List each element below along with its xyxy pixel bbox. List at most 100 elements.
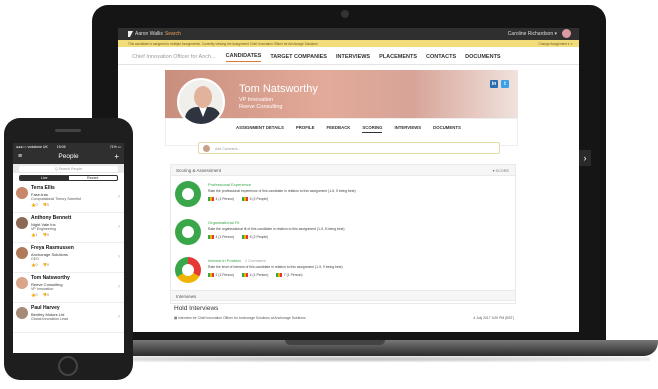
interviews-title: Interviews <box>176 294 197 299</box>
criterion-title[interactable]: Interest in Position 1 Comment <box>208 258 266 263</box>
segment-recent[interactable]: Recent <box>69 176 118 180</box>
criterion-description: Rate the level of interest of this candi… <box>208 265 343 269</box>
list-item[interactable]: Terra Ellis Fase-tras Computational Theo… <box>13 183 124 213</box>
app-topbar: Aaron Wallis Search Caroline Richardson … <box>118 28 579 40</box>
person-company: Bentley Motors Ltd <box>31 311 65 317</box>
add-icon[interactable]: + <box>114 150 119 164</box>
comment-placeholder: Add Comment... <box>215 146 241 151</box>
bar-chart-icon <box>208 197 214 201</box>
avatar <box>16 187 28 199</box>
tab-interviews[interactable]: INTERVIEWS <box>336 54 370 60</box>
thumb-down-icon[interactable]: 👎0 <box>42 263 48 267</box>
user-avatar[interactable] <box>562 29 571 38</box>
hold-interviews-title: Hold Interviews <box>174 305 219 312</box>
vote-item[interactable]: 4 (1 Person) <box>208 197 234 201</box>
person-role: Computational Theory Scientist <box>31 197 81 201</box>
bar-chart-icon <box>242 197 249 201</box>
thumb-down-icon[interactable]: 👎0 <box>42 203 48 207</box>
home-button[interactable] <box>58 356 78 376</box>
list-item[interactable]: Paul Harvey Bentley Motors Ltd Global In… <box>13 303 124 333</box>
person-role: VP Engineering <box>31 227 56 231</box>
avatar <box>16 307 28 319</box>
person-votes: 👍0 👎0 <box>31 263 49 267</box>
comment-count[interactable]: 1 Comment <box>245 258 266 263</box>
bar-chart-icon <box>276 273 283 277</box>
segment-live[interactable]: Live <box>20 176 69 180</box>
notice-text: This candidate is assigned to multiple A… <box>128 41 318 46</box>
tab-profile-interviews[interactable]: INTERVIEWS <box>394 125 421 133</box>
tab-profile[interactable]: PROFILE <box>296 125 315 133</box>
phone-status-bar: ●●●○○ vodafone UK 15:06 71% ▭ <box>13 143 124 150</box>
scoring-title: Scoring & Assessment <box>176 168 222 173</box>
tab-target-companies[interactable]: TARGET COMPANIES <box>270 54 327 60</box>
profile-tabs: ASSIGNMENT DETAILS PROFILE FEEDBACK SCOR… <box>236 125 461 133</box>
interview-date: 4 July 2017 3:00 PM (BST) <box>473 316 514 320</box>
thumb-up-icon[interactable]: 👍0 <box>31 293 37 297</box>
person-role: VP Innovation <box>31 287 54 291</box>
tab-feedback[interactable]: FEEDBACK <box>327 125 351 133</box>
scoring-header: Scoring & Assessment ▾ SCORE <box>171 165 515 176</box>
list-item[interactable]: Freya Rasmussen Anchorage Solutions CEO … <box>13 243 124 273</box>
criterion-description: Rate the professional experience of this… <box>208 189 356 193</box>
vote-item[interactable]: 5 (2 People) <box>242 197 268 201</box>
app-logo[interactable]: Aaron Wallis Search <box>128 31 181 37</box>
candidate-role: VP Innovation <box>239 97 274 103</box>
thumb-down-icon[interactable]: 👎0 <box>42 233 48 237</box>
scoring-panel: Scoring & Assessment ▾ SCORE Professiona… <box>170 164 516 304</box>
phone-device: ●●●○○ vodafone UK 15:06 71% ▭ ≡ People +… <box>4 118 133 380</box>
thumb-up-icon[interactable]: 👍0 <box>31 263 37 267</box>
interview-row[interactable]: ▦ Interview for Chief Innovation Officer… <box>174 316 514 324</box>
vote-item[interactable]: 2 (1 Person) <box>208 273 234 277</box>
logo-accent: Search <box>164 31 181 37</box>
person-name: Paul Harvey <box>31 305 60 311</box>
commenter-avatar <box>203 145 210 152</box>
camera-icon <box>341 10 349 18</box>
assignment-context[interactable]: Chief Innovation Officer for Anch... <box>132 54 216 60</box>
bar-chart-icon <box>242 235 249 239</box>
chevron-right-icon: › <box>118 224 120 230</box>
tab-placements[interactable]: PLACEMENTS <box>379 54 417 60</box>
user-name: Caroline Richardson ▾ <box>507 31 557 37</box>
score-dropdown[interactable]: ▾ SCORE <box>493 168 509 173</box>
vote-item[interactable]: 4 (1 Person) <box>242 273 268 277</box>
profile-photo <box>177 78 225 126</box>
avatar <box>16 217 28 229</box>
score-donut <box>175 181 201 207</box>
criterion-title[interactable]: Professional Experience <box>208 182 251 187</box>
tab-documents[interactable]: DOCUMENTS <box>465 54 500 60</box>
criterion-title[interactable]: Organisational Fit <box>208 220 239 225</box>
person-name: Terra Ellis <box>31 185 55 191</box>
score-donut <box>175 257 201 283</box>
tab-profile-documents[interactable]: DOCUMENTS <box>433 125 461 133</box>
menu-icon[interactable]: ≡ <box>18 150 22 164</box>
person-company: Reeve Consulting <box>31 281 63 287</box>
chevron-right-icon: › <box>118 314 120 320</box>
search-input[interactable]: Q Search People <box>19 165 118 172</box>
chevron-right-icon: › <box>118 284 120 290</box>
thumb-up-icon[interactable]: 👍0 <box>31 203 37 207</box>
tab-assignment-details[interactable]: ASSIGNMENT DETAILS <box>236 125 284 133</box>
side-panel-toggle-icon[interactable]: › <box>579 150 591 166</box>
vote-item[interactable]: 7 (1 Person) <box>276 273 303 277</box>
score-donut <box>175 219 201 245</box>
user-menu[interactable]: Caroline Richardson ▾ <box>508 31 557 37</box>
linkedin-icon[interactable]: in <box>490 80 498 88</box>
vote-item[interactable]: 4 (1 Person) <box>208 235 234 239</box>
vote-item[interactable]: 5 (2 People) <box>242 235 268 239</box>
tab-candidates[interactable]: CANDIDATES <box>225 53 262 62</box>
thumb-down-icon[interactable]: 👎0 <box>42 293 48 297</box>
carrier: ●●●○○ vodafone UK <box>16 144 48 149</box>
list-item[interactable]: Anthony Bennett Night Vale Inc VP Engine… <box>13 213 124 243</box>
change-assignment-link[interactable]: Change Assignment ▾ ✕ <box>538 42 573 46</box>
person-votes: 👍0 👎0 <box>31 203 49 207</box>
list-item[interactable]: Tom Natsworthy Reeve Consulting VP Innov… <box>13 273 124 303</box>
comment-input[interactable]: Add Comment... <box>198 142 500 154</box>
thumb-up-icon[interactable]: 👍1 <box>31 233 37 237</box>
close-icon[interactable]: ✕ <box>570 42 573 46</box>
tab-contacts[interactable]: CONTACTS <box>426 54 456 60</box>
twitter-icon[interactable]: t <box>501 80 509 88</box>
battery-icon: 71% ▭ <box>109 144 121 149</box>
interview-text: Interview for Chief Innovation Officer f… <box>178 316 306 320</box>
tab-scoring[interactable]: SCORING <box>362 125 383 133</box>
main-nav: Chief Innovation Officer for Anch... CAN… <box>118 50 579 65</box>
